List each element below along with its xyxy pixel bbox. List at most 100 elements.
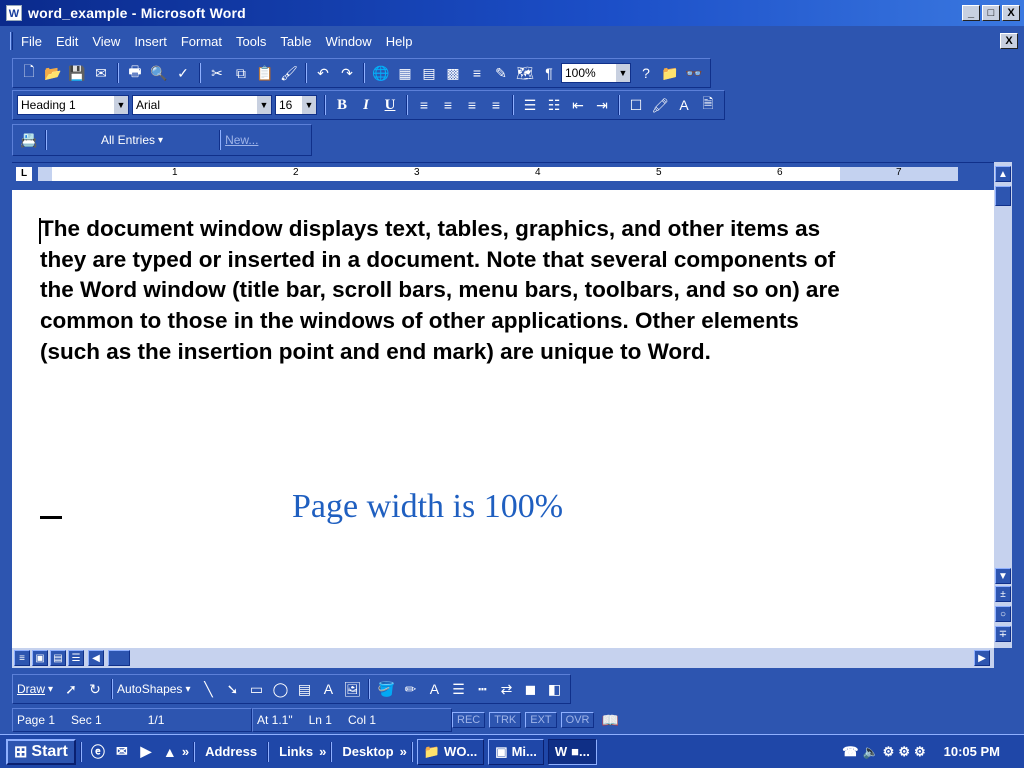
help-icon[interactable]: ? (635, 62, 657, 84)
scroll-right-icon[interactable]: ▶ (974, 650, 990, 666)
status-ext[interactable]: EXT (525, 712, 557, 728)
chevron-down-icon[interactable]: ▼ (257, 96, 271, 114)
columns-icon[interactable]: ≡ (466, 62, 488, 84)
arrow-style-icon[interactable]: ⇄ (495, 678, 517, 700)
close-button[interactable]: X (1002, 5, 1020, 21)
oval-icon[interactable]: ◯ (269, 678, 291, 700)
chevron-down-icon[interactable]: ▾ (48, 684, 53, 695)
desktop-toolbar[interactable]: Desktop (342, 744, 393, 759)
autoshapes-menu-button[interactable]: AutoShapes (117, 682, 182, 696)
menu-grip[interactable] (10, 32, 13, 50)
rectangle-icon[interactable]: ▭ (245, 678, 267, 700)
tables-borders-icon[interactable]: ▦ (394, 62, 416, 84)
chevron-down-icon[interactable]: ▼ (302, 96, 316, 114)
print-preview-icon[interactable]: 🔍 (148, 62, 170, 84)
line-style-icon[interactable]: ☰ (447, 678, 469, 700)
scroll-up-icon[interactable]: ▲ (995, 166, 1011, 182)
web-layout-view-icon[interactable]: ▣ (32, 650, 48, 666)
undo-icon[interactable]: ↶ (312, 62, 334, 84)
menu-window[interactable]: Window (325, 34, 371, 49)
document-close-button[interactable]: X (1000, 33, 1018, 49)
chevron-down-icon[interactable]: ▼ (616, 64, 630, 82)
align-left-icon[interactable]: ≡ (413, 94, 435, 116)
chevron-down-icon[interactable]: ▾ (158, 135, 163, 146)
justify-icon[interactable]: ≡ (485, 94, 507, 116)
taskbar-powerpoint-task[interactable]: ▣ Mi... (488, 738, 544, 765)
clock[interactable]: 10:05 PM (944, 744, 1000, 759)
minimize-button[interactable]: _ (962, 5, 980, 21)
desktop-more-icon[interactable]: » (400, 744, 407, 759)
links-toolbar[interactable]: Links (279, 744, 313, 759)
select-objects-icon[interactable]: ➚ (60, 678, 82, 700)
previous-page-icon[interactable]: ± (995, 586, 1011, 602)
menu-help[interactable]: Help (386, 34, 413, 49)
draw-menu-button[interactable]: Draw (17, 682, 45, 696)
format-painter-icon[interactable]: 🖌 (278, 62, 300, 84)
text-box-icon[interactable]: ▤ (293, 678, 315, 700)
tab-selector[interactable]: L (16, 167, 32, 181)
outlook-icon[interactable]: ✉ (111, 741, 133, 763)
line-icon[interactable]: ╲ (197, 678, 219, 700)
font-color-icon[interactable]: A (423, 678, 445, 700)
redo-icon[interactable]: ↷ (336, 62, 358, 84)
show-hide-icon[interactable]: ¶ (538, 62, 560, 84)
free-rotate-icon[interactable]: ↻ (84, 678, 106, 700)
taskbar-word-task[interactable]: W ■... (547, 738, 597, 765)
insert-table-icon[interactable]: ▤ (418, 62, 440, 84)
select-browse-object-icon[interactable]: ○ (995, 606, 1011, 622)
align-right-icon[interactable]: ≡ (461, 94, 483, 116)
menu-table[interactable]: Table (280, 34, 311, 49)
style-select[interactable]: Heading 1 ▼ (17, 95, 129, 115)
font-select[interactable]: Arial ▼ (132, 95, 272, 115)
zoom-select[interactable]: 100% ▼ (561, 63, 631, 83)
3d-icon[interactable]: ◧ (543, 678, 565, 700)
menu-file[interactable]: File (21, 34, 42, 49)
spelling-icon[interactable]: ✓ (172, 62, 194, 84)
scroll-left-icon[interactable]: ◀ (88, 650, 104, 666)
next-page-icon[interactable]: ∓ (995, 626, 1011, 642)
bold-button[interactable]: B (331, 94, 353, 116)
font-size-select[interactable]: 16 ▼ (275, 95, 317, 115)
clip-art-icon[interactable]: 🖼 (341, 678, 363, 700)
tray-network-icon[interactable]: ☎ (842, 744, 858, 760)
desktop-icon[interactable]: ▲ (159, 741, 181, 763)
document-area[interactable]: The document window displays text, table… (12, 190, 994, 648)
underline-button[interactable]: U (379, 94, 401, 116)
open-folder-icon[interactable]: 📂 (42, 62, 64, 84)
outline-view-icon[interactable]: ☰ (68, 650, 84, 666)
menu-insert[interactable]: Insert (134, 34, 167, 49)
chevron-down-icon[interactable]: ▾ (185, 684, 190, 695)
tray-volume-icon[interactable]: 🔈 (862, 744, 878, 760)
insert-excel-icon[interactable]: ▩ (442, 62, 464, 84)
shadow-icon[interactable]: ◼ (519, 678, 541, 700)
quicklaunch-more-icon[interactable]: » (182, 744, 189, 759)
hyperlink-icon[interactable]: 🌐 (370, 62, 392, 84)
vertical-scrollbar[interactable]: ▲ ▼ ± ○ ∓ (994, 162, 1012, 648)
horizontal-ruler[interactable]: L 1 2 3 4 5 6 7 (12, 162, 994, 186)
arrow-icon[interactable]: ➘ (221, 678, 243, 700)
print-layout-view-icon[interactable]: ▤ (50, 650, 66, 666)
fill-color-icon[interactable]: 🪣 (375, 678, 397, 700)
all-entries-button[interactable]: All Entries (101, 133, 155, 147)
menu-edit[interactable]: Edit (56, 34, 78, 49)
paste-icon[interactable]: 📋 (254, 62, 276, 84)
start-button[interactable]: ⊞ Start (6, 738, 76, 765)
autotext-icon[interactable]: 📇 (18, 129, 40, 151)
new-autotext-button[interactable]: New... (225, 133, 258, 147)
font-color-icon[interactable]: A (673, 94, 695, 116)
scroll-down-icon[interactable]: ▼ (995, 568, 1011, 584)
find-binoculars-icon[interactable]: 👓 (683, 62, 705, 84)
status-rec[interactable]: REC (452, 712, 486, 728)
links-more-icon[interactable]: » (319, 744, 326, 759)
italic-button[interactable]: I (355, 94, 377, 116)
drawing-icon[interactable]: ✎ (490, 62, 512, 84)
chevron-down-icon[interactable]: ▼ (114, 96, 128, 114)
open-folder-icon[interactable]: 📁 (659, 62, 681, 84)
document-map-icon[interactable]: 🗺 (514, 62, 536, 84)
email-icon[interactable]: ✉ (90, 62, 112, 84)
tray-app-icon[interactable]: ⚙ (914, 744, 926, 760)
highlight-icon[interactable]: 🖍 (649, 94, 671, 116)
document-body-text[interactable]: The document window displays text, table… (40, 214, 840, 368)
menu-tools[interactable]: Tools (236, 34, 266, 49)
menu-format[interactable]: Format (181, 34, 222, 49)
